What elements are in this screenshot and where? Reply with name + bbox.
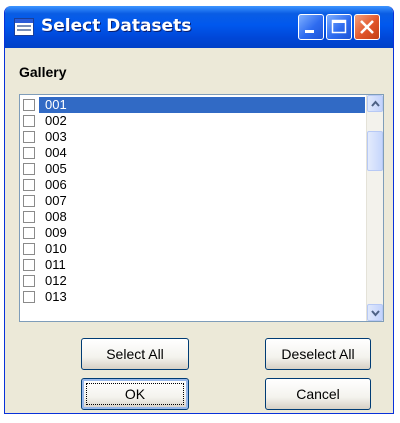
dataset-label: 013 [45,289,67,304]
dataset-label: 011 [45,257,66,272]
list-item[interactable]: 008 [21,209,365,225]
dataset-checkbox[interactable] [23,259,35,271]
title-bar[interactable]: Select Datasets [5,6,393,48]
list-item[interactable]: 012 [21,273,365,289]
window-app-icon [14,18,34,36]
deselect-all-button[interactable]: Deselect All [265,338,371,370]
dataset-checkbox[interactable] [23,115,35,127]
cancel-label: Cancel [296,386,340,402]
dataset-label: 012 [45,273,67,288]
dataset-checkbox[interactable] [23,243,35,255]
dataset-list-items: 001 002 003 004 005 006 007 008 009 010 011 012 013 [21,97,365,305]
list-item[interactable]: 004 [21,145,365,161]
vertical-scrollbar[interactable] [366,95,383,321]
list-item[interactable]: 007 [21,193,365,209]
list-item[interactable]: 009 [21,225,365,241]
deselect-all-label: Deselect All [281,346,355,362]
chevron-up-icon [371,100,380,107]
dataset-checkbox[interactable] [23,195,35,207]
dataset-label: 001 [39,97,365,113]
dataset-label: 010 [45,241,67,256]
dataset-checkbox[interactable] [23,131,35,143]
list-item[interactable]: 005 [21,161,365,177]
dataset-label: 009 [45,225,67,240]
dataset-label: 002 [45,113,67,128]
select-all-label: Select All [106,346,164,362]
dataset-checkbox[interactable] [23,147,35,159]
dataset-label: 008 [45,209,67,224]
dataset-checkbox[interactable] [23,163,35,175]
minimize-icon [305,30,314,33]
dataset-checkbox[interactable] [23,275,35,287]
list-item[interactable]: 003 [21,129,365,145]
scroll-thumb[interactable] [367,131,383,171]
window-title: Select Datasets [41,16,192,36]
scroll-down-button[interactable] [367,304,383,321]
dataset-label: 003 [45,129,67,144]
select-all-button[interactable]: Select All [81,338,189,370]
dataset-label: 006 [45,177,67,192]
dataset-label: 004 [45,145,67,160]
dataset-checkbox[interactable] [23,179,35,191]
select-datasets-dialog: Select Datasets Gallery 001 002 003 004 005 0… [4,6,394,414]
list-item[interactable]: 001 [21,97,365,113]
dataset-checkbox[interactable] [23,291,35,303]
dataset-checkbox[interactable] [23,227,35,239]
scroll-up-button[interactable] [367,95,383,112]
list-item[interactable]: 006 [21,177,365,193]
ok-button[interactable]: OK [81,378,189,410]
list-item[interactable]: 011 [21,257,365,273]
close-icon [360,20,374,34]
maximize-button[interactable] [326,14,352,40]
minimize-button[interactable] [298,14,324,40]
list-item[interactable]: 010 [21,241,365,257]
list-item[interactable]: 013 [21,289,365,305]
focus-rectangle [86,383,184,405]
list-item[interactable]: 002 [21,113,365,129]
maximize-icon [331,19,347,34]
dataset-checkbox[interactable] [23,99,35,111]
cancel-button[interactable]: Cancel [265,378,371,410]
gallery-label: Gallery [19,64,67,80]
dataset-label: 007 [45,193,67,208]
dataset-checkbox[interactable] [23,211,35,223]
dataset-checklist[interactable]: 001 002 003 004 005 006 007 008 009 010 011 012 013 [19,94,384,322]
close-button[interactable] [354,14,380,40]
dataset-label: 005 [45,161,67,176]
chevron-down-icon [371,310,380,317]
